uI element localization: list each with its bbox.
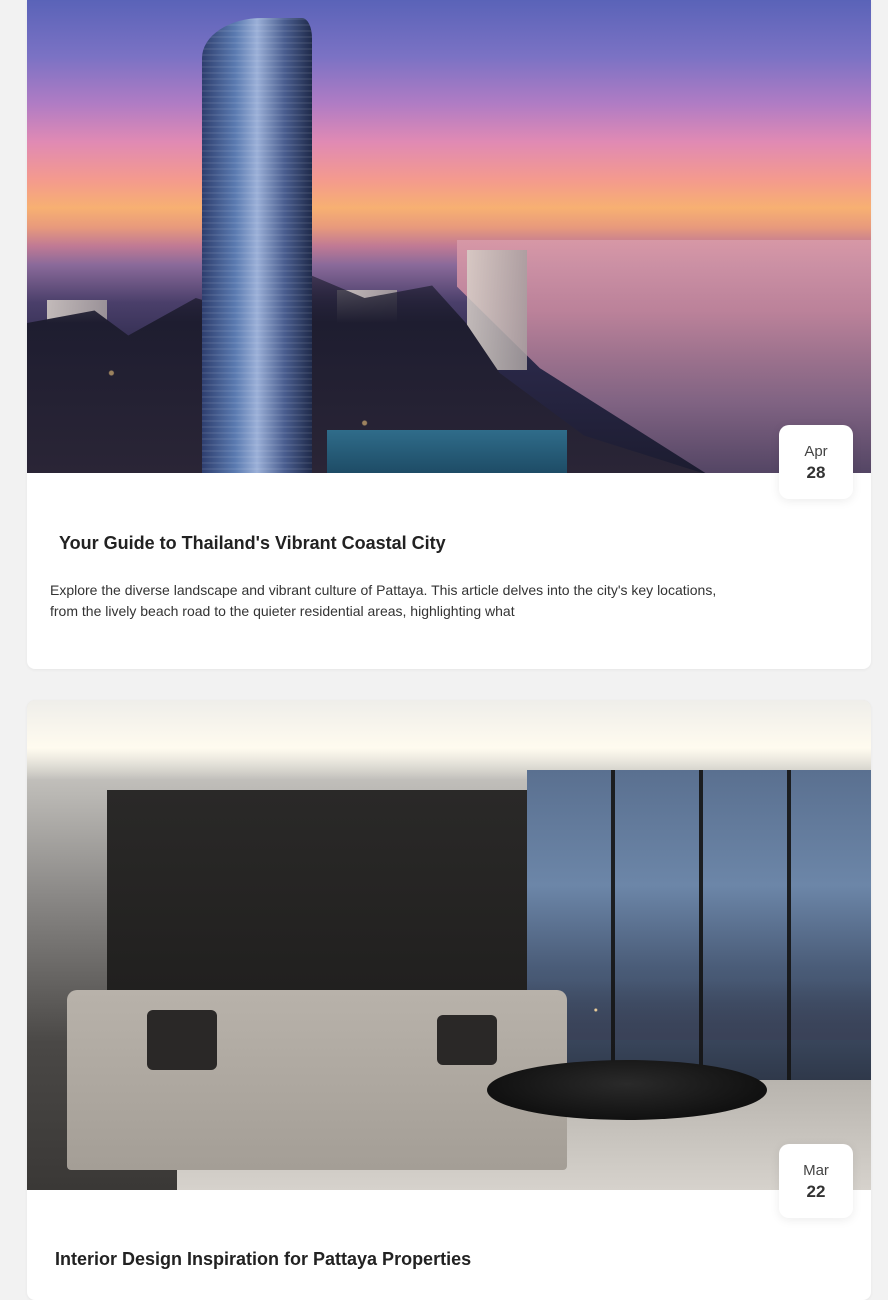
- blog-card[interactable]: Apr 28 Your Guide to Thailand's Vibrant …: [27, 0, 871, 669]
- post-excerpt: Explore the diverse landscape and vibran…: [50, 582, 717, 619]
- blog-card[interactable]: Mar 22 Interior Design Inspiration for P…: [27, 700, 871, 1300]
- ceiling-light-decor: [27, 700, 871, 780]
- date-badge: Mar 22: [779, 1144, 853, 1218]
- date-badge: Apr 28: [779, 425, 853, 499]
- date-month: Apr: [804, 443, 828, 460]
- post-image[interactable]: [27, 700, 871, 1190]
- date-day: 28: [806, 463, 826, 482]
- coffee-table-decor: [487, 1060, 767, 1120]
- window-decor: [527, 770, 871, 1100]
- date-day: 22: [806, 1182, 826, 1201]
- post-title[interactable]: Interior Design Inspiration for Pattaya …: [55, 1249, 471, 1270]
- post-title[interactable]: Your Guide to Thailand's Vibrant Coastal…: [59, 533, 446, 554]
- date-month: Mar: [803, 1162, 829, 1179]
- tower-decor: [202, 18, 312, 473]
- post-image[interactable]: [27, 0, 871, 473]
- pool-decor: [327, 430, 567, 473]
- sofa-decor: [67, 990, 567, 1170]
